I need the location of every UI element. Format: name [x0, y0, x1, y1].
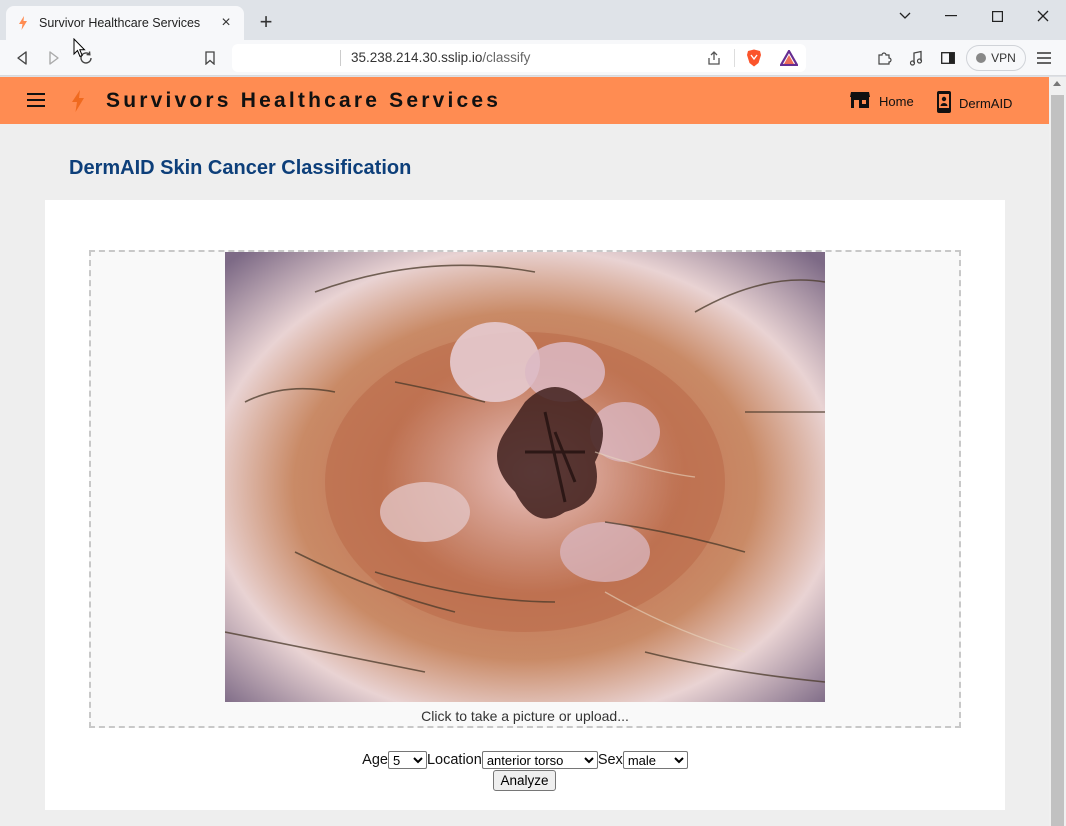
classification-card: Click to take a picture or upload... Age… — [45, 200, 1005, 810]
nav-home-label: Home — [879, 94, 914, 109]
analyze-button[interactable]: Analyze — [493, 770, 556, 791]
share-icon[interactable] — [706, 50, 722, 71]
location-label: Location — [426, 752, 482, 768]
browser-tabstrip: Survivor Healthcare Services × + — [0, 0, 1066, 40]
nav-dermaid[interactable]: DermAID — [937, 91, 1012, 116]
phone-icon — [937, 91, 951, 116]
forward-icon[interactable] — [42, 46, 66, 70]
extensions-puzzle-icon[interactable] — [872, 46, 896, 70]
minimize-button[interactable] — [928, 4, 974, 28]
url-path: /classify — [482, 50, 531, 65]
close-tab-icon[interactable]: × — [218, 14, 234, 31]
age-label: Age — [362, 752, 388, 768]
vpn-button[interactable]: VPN — [966, 45, 1026, 71]
chevron-down-icon[interactable] — [882, 4, 928, 28]
omnibox-divider — [734, 49, 735, 67]
location-select[interactable]: anterior torso — [481, 751, 598, 769]
new-tab-button[interactable]: + — [256, 9, 276, 34]
url-host: 35.238.214.30.sslip.io — [351, 50, 483, 65]
vpn-status-icon — [976, 53, 987, 63]
close-window-button[interactable] — [1020, 4, 1066, 28]
browser-toolbar: 35.238.214.30.sslip.io/classify VPN — [0, 40, 1066, 76]
bookmark-icon[interactable] — [198, 46, 222, 70]
tab-title: Survivor Healthcare Services — [39, 16, 201, 30]
upload-hint-text[interactable]: Click to take a picture or upload... — [91, 708, 959, 724]
scrollbar-thumb[interactable] — [1051, 95, 1064, 826]
age-select[interactable]: 5 — [387, 751, 427, 769]
nav-dermaid-label: DermAID — [959, 96, 1013, 111]
rewards-triangle-icon[interactable] — [779, 48, 799, 71]
brand-title[interactable]: Survivors Healthcare Services — [106, 89, 501, 113]
sex-label: Sex — [597, 752, 623, 768]
app-header: Survivors Healthcare Services Home DermA… — [0, 77, 1049, 124]
bolt-icon — [16, 16, 30, 30]
analysis-form: Age 5 Location anterior torso Sex male — [45, 751, 1005, 769]
image-upload-dropzone[interactable]: Click to take a picture or upload... — [89, 250, 961, 728]
store-icon — [849, 91, 871, 112]
page-scrollbar[interactable] — [1049, 77, 1066, 826]
lesion-photo — [225, 252, 825, 702]
mouse-cursor-icon — [73, 37, 86, 63]
scroll-up-arrow-icon[interactable] — [1053, 81, 1061, 86]
browser-tab[interactable]: Survivor Healthcare Services × — [6, 6, 244, 40]
back-icon[interactable] — [10, 46, 34, 70]
vpn-label: VPN — [991, 51, 1016, 65]
sex-select[interactable]: male — [622, 751, 688, 769]
browser-menu-icon[interactable] — [1032, 46, 1056, 70]
sidebar-toggle-icon[interactable] — [936, 46, 960, 70]
url-text: 35.238.214.30.sslip.io/classify — [351, 50, 530, 65]
page-viewport: Survivors Healthcare Services Home DermA… — [0, 77, 1049, 826]
menu-icon[interactable] — [27, 93, 45, 107]
brave-shield-icon[interactable] — [746, 49, 762, 72]
maximize-button[interactable] — [974, 4, 1020, 28]
address-separator — [340, 50, 341, 66]
lightning-logo-icon — [71, 90, 85, 112]
page-title: DermAID Skin Cancer Classification — [69, 157, 412, 179]
music-note-icon[interactable] — [904, 46, 928, 70]
address-bar[interactable]: 35.238.214.30.sslip.io/classify — [232, 44, 806, 72]
nav-home[interactable]: Home — [849, 91, 914, 112]
